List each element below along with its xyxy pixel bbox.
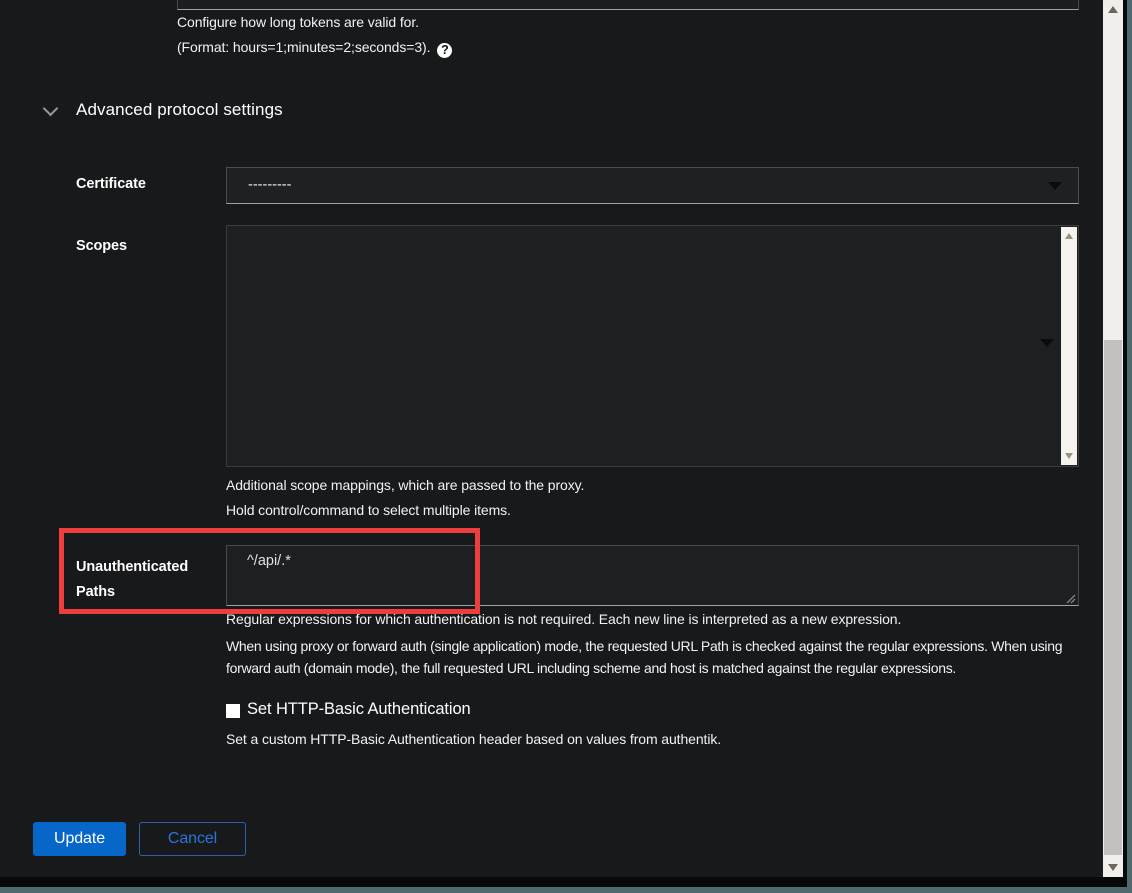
select-caret-icon <box>1040 339 1054 347</box>
unauthenticated-paths-help-line2: When using proxy or forward auth (single… <box>226 636 1079 679</box>
http-basic-checkbox[interactable] <box>226 704 240 718</box>
provider-form-panel: Configure how long tokens are valid for.… <box>0 0 1103 877</box>
unauthenticated-paths-textarea[interactable]: ^/api/.* <box>226 545 1079 606</box>
select-caret-icon <box>1048 182 1062 190</box>
unauthenticated-paths-label-line2: Paths <box>76 580 188 605</box>
scrollbar-up-arrow-icon[interactable] <box>1065 233 1073 239</box>
desktop-edge-right <box>1127 0 1132 893</box>
unauthenticated-paths-help-line1: Regular expressions for which authentica… <box>226 611 901 627</box>
desktop-edge-bottom <box>0 887 1132 893</box>
token-validity-input[interactable] <box>177 0 1079 10</box>
http-basic-checkbox-label[interactable]: Set HTTP-Basic Authentication <box>247 700 471 719</box>
advanced-protocol-settings-title: Advanced protocol settings <box>76 100 283 120</box>
update-button[interactable]: Update <box>33 822 126 856</box>
token-validity-help-line1: Configure how long tokens are valid for. <box>177 14 419 30</box>
window-scrollbar[interactable] <box>1103 0 1123 877</box>
token-validity-help-line2: (Format: hours=1;minutes=2;seconds=3). <box>177 39 430 55</box>
certificate-selected-value: --------- <box>227 168 1078 193</box>
unauthenticated-paths-label-line1: Unauthenticated <box>76 555 188 580</box>
token-validity-help-line2-row: (Format: hours=1;minutes=2;seconds=3).? <box>177 39 452 58</box>
scopes-scrollbar[interactable] <box>1061 227 1077 465</box>
scrollbar-thumb[interactable] <box>1104 340 1122 855</box>
certificate-label: Certificate <box>76 176 146 192</box>
unauthenticated-paths-label: Unauthenticated Paths <box>76 555 188 605</box>
scopes-help-line2: Hold control/command to select multiple … <box>226 502 511 518</box>
http-basic-help: Set a custom HTTP-Basic Authentication h… <box>226 731 721 747</box>
scopes-multiselect[interactable] <box>226 225 1079 467</box>
scrollbar-up-arrow-icon[interactable] <box>1108 6 1118 13</box>
chevron-down-icon <box>43 101 59 117</box>
scrollbar-down-arrow-icon[interactable] <box>1065 453 1073 459</box>
question-circle-icon: ? <box>437 43 452 58</box>
scopes-help-line1: Additional scope mappings, which are pas… <box>226 477 584 493</box>
scrollbar-down-arrow-icon[interactable] <box>1108 864 1118 871</box>
certificate-select[interactable]: --------- <box>226 167 1079 204</box>
textarea-resize-handle-icon[interactable] <box>1064 592 1076 604</box>
scopes-label: Scopes <box>76 238 127 254</box>
cancel-button[interactable]: Cancel <box>139 822 246 856</box>
advanced-protocol-settings-toggle[interactable]: Advanced protocol settings <box>34 96 354 124</box>
